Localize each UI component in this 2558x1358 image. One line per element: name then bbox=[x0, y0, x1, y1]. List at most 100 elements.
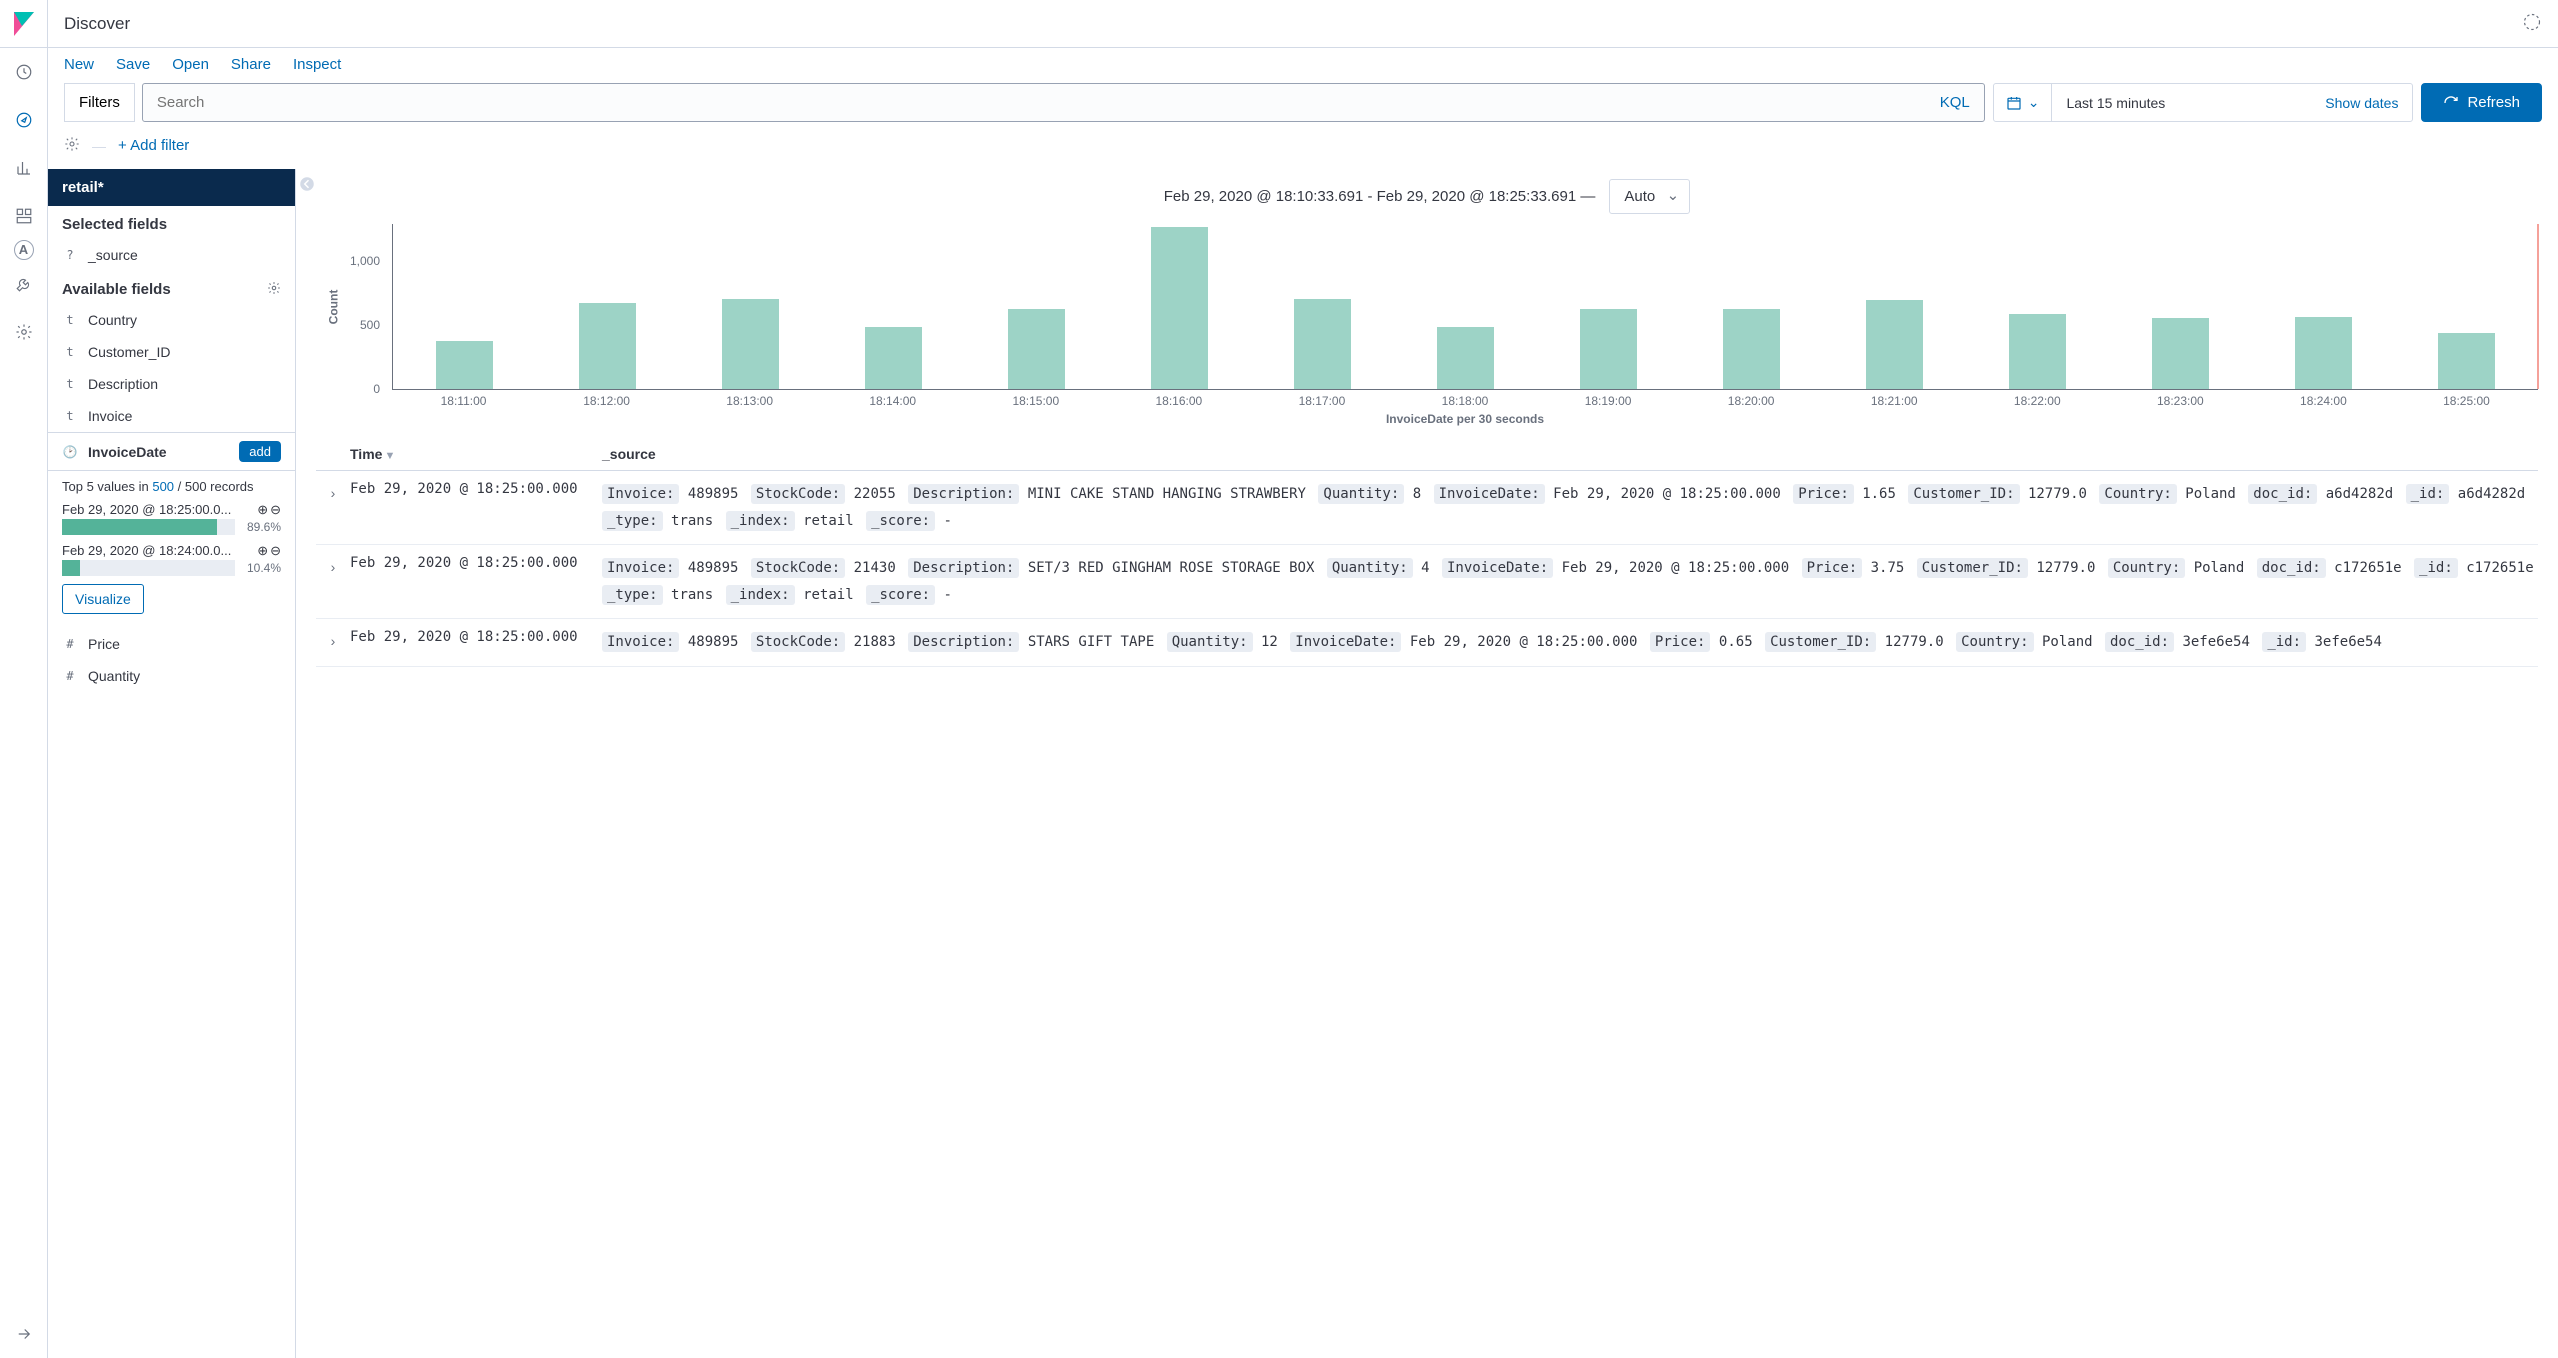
chart-bar[interactable] bbox=[2009, 314, 2066, 389]
add-filter-link[interactable]: + Add filter bbox=[118, 137, 189, 154]
subnav-share[interactable]: Share bbox=[231, 56, 271, 73]
nav-devtools-icon[interactable] bbox=[0, 260, 48, 308]
source-key: Description: bbox=[908, 632, 1019, 652]
visualize-button[interactable]: Visualize bbox=[62, 584, 144, 614]
source-value: 8 bbox=[1413, 486, 1421, 502]
nav-discover-icon[interactable] bbox=[0, 96, 48, 144]
chart-bar[interactable] bbox=[865, 327, 922, 389]
source-key: Quantity: bbox=[1318, 484, 1404, 504]
subnav-inspect[interactable]: Inspect bbox=[293, 56, 341, 73]
source-key: Country: bbox=[1956, 632, 2033, 652]
field-item[interactable]: tDescription bbox=[48, 368, 295, 400]
results-area: Feb 29, 2020 @ 18:10:33.691 - Feb 29, 20… bbox=[296, 169, 2558, 1358]
field-item[interactable]: tInvoice bbox=[48, 400, 295, 432]
table-row: ›Feb 29, 2020 @ 18:25:00.000Invoice: 489… bbox=[316, 471, 2538, 545]
source-key: Customer_ID: bbox=[1917, 558, 2028, 578]
chart-bar[interactable] bbox=[2295, 317, 2352, 389]
chart-xtick: 18:24:00 bbox=[2300, 394, 2347, 408]
zoom-out-icon[interactable]: ⊖ bbox=[270, 543, 281, 558]
chart-ytick: 500 bbox=[360, 318, 380, 332]
field-name-invoicedate: InvoiceDate bbox=[88, 444, 167, 460]
source-key: Country: bbox=[2099, 484, 2176, 504]
chart-bar[interactable] bbox=[1866, 300, 1923, 389]
collapse-sidebar-icon[interactable] bbox=[298, 175, 316, 196]
chart-bar[interactable] bbox=[1580, 309, 1637, 389]
expand-row-icon[interactable]: › bbox=[316, 555, 350, 608]
field-item[interactable]: # Price bbox=[48, 628, 295, 660]
source-key: _id: bbox=[2262, 632, 2306, 652]
fields-settings-icon[interactable] bbox=[267, 281, 281, 299]
source-value: - bbox=[944, 587, 952, 603]
source-value: Feb 29, 2020 @ 18:25:00.000 bbox=[1562, 560, 1790, 576]
filterbar: — + Add filter bbox=[48, 130, 2558, 169]
kql-toggle[interactable]: KQL bbox=[1926, 94, 1984, 111]
chart-bar[interactable] bbox=[722, 299, 779, 389]
filter-settings-icon[interactable] bbox=[64, 136, 80, 155]
search-input[interactable] bbox=[143, 84, 1926, 121]
help-icon[interactable] bbox=[2522, 12, 2542, 35]
field-item[interactable]: #Quantity bbox=[48, 660, 295, 692]
histogram-chart[interactable]: Count 05001,000 18:11:0018:12:0018:13:00… bbox=[316, 224, 2538, 424]
chart-bar[interactable] bbox=[1008, 309, 1065, 389]
nav-apm-icon[interactable]: A bbox=[14, 240, 34, 260]
expand-row-icon[interactable]: › bbox=[316, 629, 350, 656]
source-value: STARS GIFT TAPE bbox=[1028, 634, 1154, 650]
zoom-in-icon[interactable]: ⊕ bbox=[257, 502, 268, 517]
field-item[interactable]: ?_source bbox=[48, 239, 295, 271]
field-value-pct: 89.6% bbox=[241, 520, 281, 534]
nav-management-icon[interactable] bbox=[0, 308, 48, 356]
field-item-invoicedate[interactable]: 🕑 InvoiceDate add bbox=[48, 432, 295, 471]
date-range[interactable]: Last 15 minutes Show dates bbox=[2052, 84, 2412, 121]
source-value: trans bbox=[671, 513, 713, 529]
histogram-header: Feb 29, 2020 @ 18:10:33.691 - Feb 29, 20… bbox=[296, 169, 2558, 218]
col-time-header[interactable]: Time▼ bbox=[350, 446, 602, 462]
chart-bar[interactable] bbox=[1437, 327, 1494, 389]
nav-dashboard-icon[interactable] bbox=[0, 192, 48, 240]
chart-bar[interactable] bbox=[1294, 299, 1351, 389]
source-key: doc_id: bbox=[2105, 632, 2174, 652]
interval-select[interactable]: Auto bbox=[1609, 179, 1690, 214]
source-key: _id: bbox=[2406, 484, 2450, 504]
chart-bar[interactable] bbox=[1723, 309, 1780, 389]
fields-panel: retail* Selected fields ?_source Availab… bbox=[48, 169, 296, 1358]
nav-collapse-icon[interactable] bbox=[0, 1310, 48, 1358]
chart-bar[interactable] bbox=[2438, 333, 2495, 389]
zoom-out-icon[interactable]: ⊖ bbox=[270, 502, 281, 517]
chart-xtick: 18:13:00 bbox=[726, 394, 773, 408]
subnav-save[interactable]: Save bbox=[116, 56, 150, 73]
zoom-in-icon[interactable]: ⊕ bbox=[257, 543, 268, 558]
source-key: Price: bbox=[1802, 558, 1863, 578]
chart-bar[interactable] bbox=[579, 303, 636, 389]
subnav-new[interactable]: New bbox=[64, 56, 94, 73]
filters-button[interactable]: Filters bbox=[64, 83, 135, 122]
field-item[interactable]: tCustomer_ID bbox=[48, 336, 295, 368]
source-value: 22055 bbox=[854, 486, 896, 502]
calendar-button[interactable]: ⌄ bbox=[1994, 84, 2053, 121]
source-key: StockCode: bbox=[751, 558, 845, 578]
expand-row-icon[interactable]: › bbox=[316, 481, 350, 534]
field-item[interactable]: tCountry bbox=[48, 304, 295, 336]
show-dates-link[interactable]: Show dates bbox=[2325, 95, 2398, 111]
chart-bar[interactable] bbox=[1151, 227, 1208, 389]
chart-bar[interactable] bbox=[2152, 318, 2209, 389]
nav-recent-icon[interactable] bbox=[0, 48, 48, 96]
chart-xtick: 18:18:00 bbox=[1442, 394, 1489, 408]
source-value: 3efe6e54 bbox=[2182, 634, 2249, 650]
field-name: Country bbox=[88, 312, 137, 328]
field-details-count-link[interactable]: 500 bbox=[152, 479, 174, 494]
add-field-button[interactable]: add bbox=[239, 441, 281, 462]
subnav-open[interactable]: Open bbox=[172, 56, 209, 73]
refresh-button[interactable]: Refresh bbox=[2421, 83, 2542, 122]
kibana-logo[interactable] bbox=[0, 0, 48, 48]
row-source: Invoice: 489895 StockCode: 21430 Descrip… bbox=[602, 555, 2538, 608]
row-time: Feb 29, 2020 @ 18:25:00.000 bbox=[350, 555, 602, 608]
nav-visualize-icon[interactable] bbox=[0, 144, 48, 192]
field-type-icon: # bbox=[62, 637, 78, 651]
col-source-header[interactable]: _source bbox=[602, 446, 2538, 462]
chart-xtick: 18:25:00 bbox=[2443, 394, 2490, 408]
field-name: Price bbox=[88, 636, 120, 652]
field-name: Customer_ID bbox=[88, 344, 170, 360]
source-key: doc_id: bbox=[2257, 558, 2326, 578]
chart-bar[interactable] bbox=[436, 341, 493, 389]
index-pattern-selector[interactable]: retail* bbox=[48, 169, 295, 206]
